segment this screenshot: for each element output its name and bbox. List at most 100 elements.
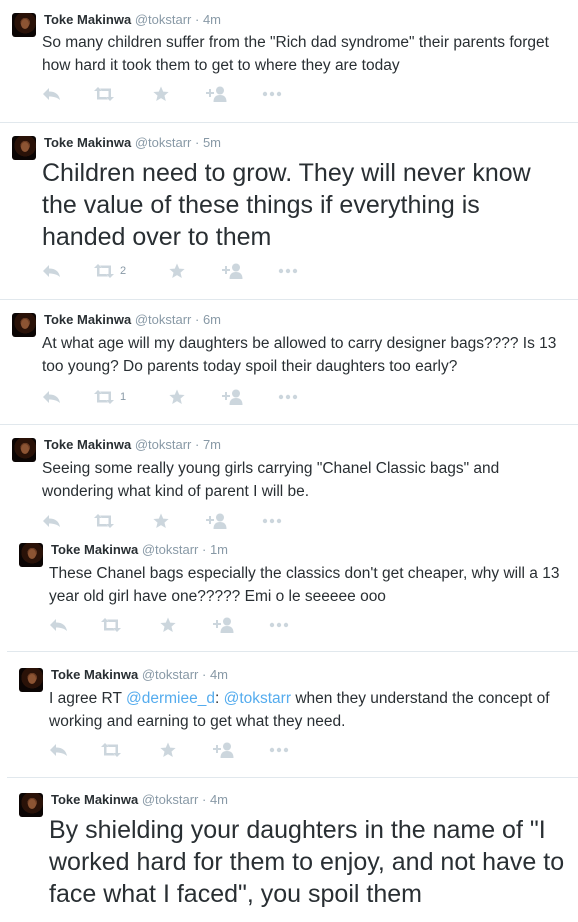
mention-link[interactable]: @tokstarr: [224, 690, 291, 707]
retweet-button[interactable]: [93, 511, 120, 531]
follow-button[interactable]: [213, 740, 235, 760]
tweet-time[interactable]: 6m: [203, 312, 221, 327]
tweet-text-middle: :: [214, 690, 224, 707]
tweet[interactable]: Toke Makinwa @tokstarr · 5m Children nee…: [0, 123, 578, 299]
follow-button[interactable]: [222, 261, 244, 281]
more-button[interactable]: [269, 740, 289, 760]
tweet[interactable]: Toke Makinwa @tokstarr · 4m So many chil…: [0, 0, 578, 122]
favorite-button[interactable]: [153, 84, 169, 104]
retweet-button[interactable]: 1: [93, 387, 126, 407]
avatar[interactable]: [12, 438, 36, 462]
author-handle[interactable]: @tokstarr: [135, 135, 192, 150]
tweet-time[interactable]: 1m: [210, 542, 228, 557]
author-name[interactable]: Toke Makinwa: [44, 12, 131, 27]
author-handle[interactable]: @tokstarr: [135, 312, 192, 327]
follow-icon: [213, 742, 234, 758]
favorite-icon: [169, 263, 185, 278]
tweet-time[interactable]: 4m: [203, 12, 221, 27]
more-icon: [278, 268, 298, 274]
more-icon: [269, 747, 289, 753]
favorite-icon: [160, 742, 176, 757]
retweet-count: 2: [120, 265, 127, 277]
author-handle[interactable]: @tokstarr: [135, 437, 192, 452]
more-icon: [262, 518, 282, 524]
author-handle[interactable]: @tokstarr: [142, 667, 199, 682]
dot-separator: ·: [201, 792, 207, 807]
tweet-text-prefix: I agree RT: [49, 690, 126, 707]
retweet-icon: [94, 514, 114, 528]
tweet[interactable]: Toke Makinwa @tokstarr · 1m These Chanel…: [7, 530, 578, 651]
follow-icon: [206, 513, 227, 529]
tweet-header: Toke Makinwa @tokstarr · 5m: [44, 135, 221, 151]
tweet-time[interactable]: 7m: [203, 437, 221, 452]
retweet-button[interactable]: 2: [93, 261, 126, 281]
more-button[interactable]: [262, 84, 282, 104]
favorite-icon: [153, 86, 169, 101]
reply-icon: [50, 619, 67, 631]
tweet-time[interactable]: 4m: [210, 667, 228, 682]
avatar[interactable]: [12, 313, 36, 337]
retweet-count: 1: [120, 391, 127, 403]
dot-separator: ·: [201, 542, 207, 557]
tweet-text: So many children suffer from the "Rich d…: [42, 34, 549, 74]
avatar[interactable]: [19, 793, 43, 817]
favorite-icon: [160, 617, 176, 632]
retweet-button[interactable]: [100, 615, 127, 635]
reply-button[interactable]: [42, 84, 61, 104]
more-icon: [262, 91, 282, 97]
author-name[interactable]: Toke Makinwa: [44, 312, 131, 327]
author-name[interactable]: Toke Makinwa: [51, 792, 138, 807]
more-button[interactable]: [262, 511, 282, 531]
avatar[interactable]: [12, 136, 36, 160]
favorite-button[interactable]: [153, 511, 169, 531]
tweet-text: Children need to grow. They will never k…: [42, 159, 531, 251]
reply-button[interactable]: [42, 387, 61, 407]
reply-button[interactable]: [42, 261, 61, 281]
reply-button[interactable]: [42, 511, 61, 531]
avatar[interactable]: [12, 13, 36, 37]
dot-separator: ·: [194, 437, 200, 452]
tweet[interactable]: Toke Makinwa @tokstarr · 4m I agree RT @…: [7, 655, 578, 776]
author-handle[interactable]: @tokstarr: [142, 542, 199, 557]
more-button[interactable]: [278, 387, 298, 407]
reply-button[interactable]: [49, 615, 68, 635]
follow-icon: [206, 86, 227, 102]
reply-button[interactable]: [49, 740, 68, 760]
author-handle[interactable]: @tokstarr: [135, 12, 192, 27]
follow-button[interactable]: [222, 387, 244, 407]
mention-link[interactable]: @dermiee_d: [126, 690, 215, 707]
tweet-header: Toke Makinwa @tokstarr · 4m: [51, 792, 228, 808]
retweet-button[interactable]: [93, 84, 120, 104]
follow-button[interactable]: [213, 615, 235, 635]
reply-icon: [50, 744, 67, 756]
retweet-icon: [101, 743, 121, 757]
favorite-button[interactable]: [169, 261, 185, 281]
tweet-text: By shielding your daughters in the name …: [49, 816, 565, 908]
more-button[interactable]: [269, 615, 289, 635]
dot-separator: ·: [194, 135, 200, 150]
avatar[interactable]: [19, 668, 43, 692]
author-handle[interactable]: @tokstarr: [142, 792, 199, 807]
favorite-button[interactable]: [169, 387, 185, 407]
favorite-button[interactable]: [160, 615, 176, 635]
author-name[interactable]: Toke Makinwa: [44, 135, 131, 150]
author-name[interactable]: Toke Makinwa: [44, 437, 131, 452]
more-button[interactable]: [278, 261, 298, 281]
follow-button[interactable]: [206, 84, 228, 104]
follow-button[interactable]: [206, 511, 228, 531]
tweet-text: Seeing some really young girls carrying …: [42, 460, 500, 500]
tweet[interactable]: Toke Makinwa @tokstarr · 4m By shielding…: [7, 780, 578, 922]
tweet[interactable]: Toke Makinwa @tokstarr · 7m Seeing some …: [0, 425, 578, 538]
retweet-button[interactable]: [100, 740, 127, 760]
author-name[interactable]: Toke Makinwa: [51, 667, 138, 682]
tweet-time[interactable]: 5m: [203, 135, 221, 150]
favorite-button[interactable]: [160, 740, 176, 760]
author-name[interactable]: Toke Makinwa: [51, 542, 138, 557]
tweet-time[interactable]: 4m: [210, 792, 228, 807]
tweet-text: I agree RT @dermiee_d: @tokstarr when th…: [49, 687, 570, 733]
tweet[interactable]: Toke Makinwa @tokstarr · 6m At what age …: [0, 300, 578, 424]
dot-separator: ·: [194, 312, 200, 327]
tweet-divider: [7, 651, 578, 652]
dot-separator: ·: [201, 667, 207, 682]
avatar[interactable]: [19, 543, 43, 567]
